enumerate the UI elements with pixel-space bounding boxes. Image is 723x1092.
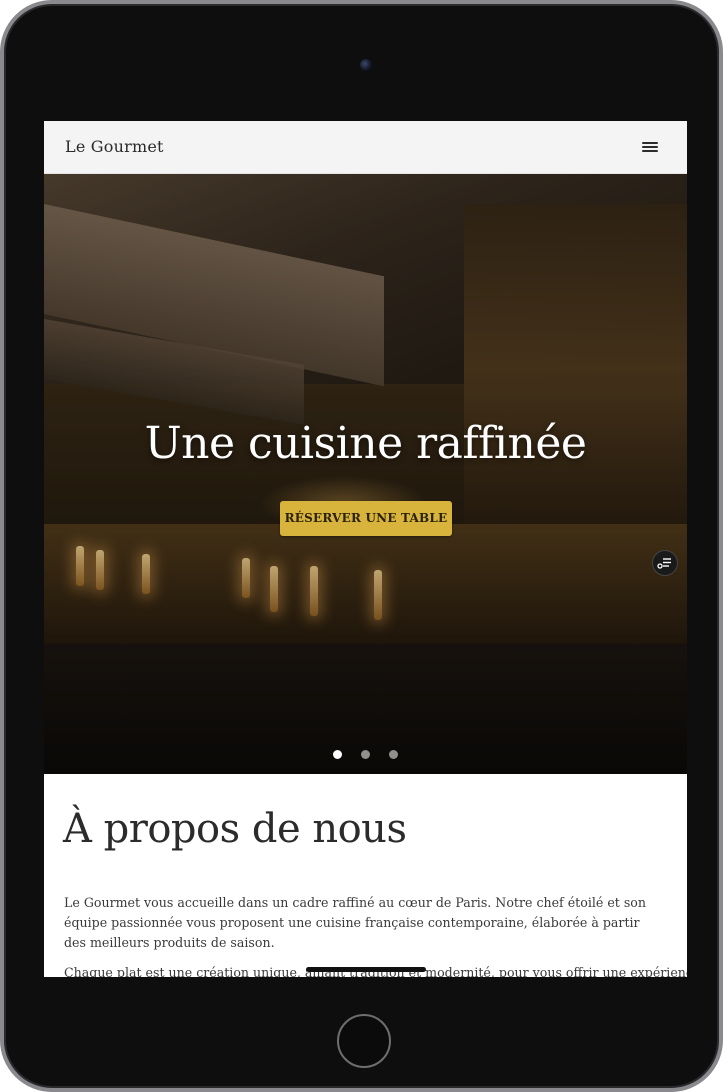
about-title: À propos de nous xyxy=(63,806,407,852)
navbar: Le Gourmet xyxy=(44,121,687,174)
hero-carousel: Une cuisine raffinée RÉSERVER UNE TABLE xyxy=(44,174,687,774)
carousel-dot-2[interactable] xyxy=(361,750,370,759)
home-button-icon[interactable] xyxy=(337,1014,391,1068)
filter-menu-icon[interactable] xyxy=(652,550,678,576)
home-indicator-bar xyxy=(306,967,426,972)
carousel-indicators xyxy=(44,744,687,759)
reserve-table-button[interactable]: RÉSERVER UNE TABLE xyxy=(280,501,452,536)
brand-logo[interactable]: Le Gourmet xyxy=(65,137,164,156)
screen: Le Gourmet Une cuisine raffinée RÉSERVER… xyxy=(44,121,687,977)
carousel-dot-1[interactable] xyxy=(332,750,342,759)
about-paragraph: Le Gourmet vous accueille dans un cadre … xyxy=(64,895,646,950)
hero-overlay xyxy=(44,174,687,774)
front-camera-icon xyxy=(360,59,372,71)
hero-title: Une cuisine raffinée xyxy=(144,418,587,469)
tablet-frame: Le Gourmet Une cuisine raffinée RÉSERVER… xyxy=(0,0,723,1092)
hamburger-menu-icon[interactable] xyxy=(642,140,658,154)
